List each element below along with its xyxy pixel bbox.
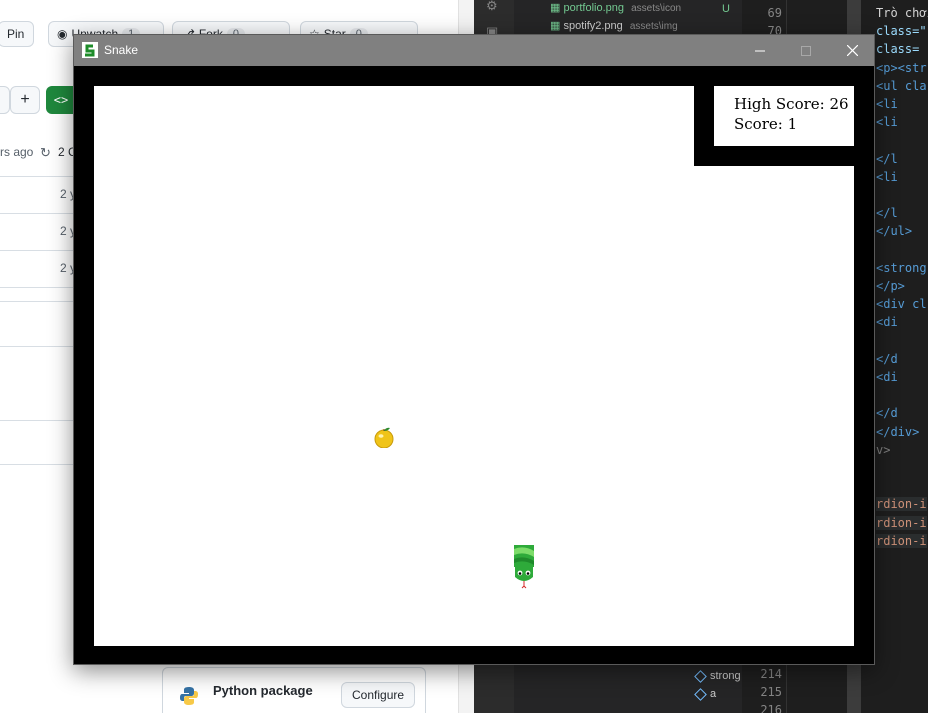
code-line: <ul cla (876, 78, 927, 93)
python-logo-icon (180, 687, 198, 705)
line-number: 215 (760, 685, 782, 699)
branch-dropdown-edge[interactable] (0, 86, 10, 114)
image-file-icon: ▦ (550, 2, 561, 14)
debug-icon[interactable]: ⚙ (486, 0, 498, 14)
score-panel: High Score: 26 Score: 1 (694, 86, 854, 166)
code-line: </l (876, 151, 898, 166)
outline-item[interactable]: strong (694, 669, 741, 683)
pin-button[interactable]: Pin (0, 21, 34, 47)
code-line: </p> (876, 279, 905, 293)
code-line: <li (876, 115, 898, 130)
code-line: <li (876, 97, 898, 111)
image-file-icon: ▦ (550, 20, 561, 32)
file-row-divider (0, 287, 80, 288)
minimize-icon (755, 50, 765, 51)
pin-label: Pin (7, 27, 25, 41)
close-icon (846, 45, 858, 56)
file-name: portfolio.png (563, 2, 625, 14)
code-line: rdion-i (876, 515, 927, 530)
commit-age: rs ago (0, 145, 34, 159)
outline-label: strong (710, 670, 741, 682)
code-line: </d (876, 351, 898, 366)
snake-head (514, 545, 534, 589)
plus-icon: + (20, 91, 30, 108)
file-row-divider (0, 176, 80, 177)
element-icon (694, 669, 707, 683)
code-line: <div cl (876, 297, 927, 312)
code-line: rdion-i (876, 533, 927, 548)
line-number: 69 (767, 6, 782, 20)
code-line: v> (876, 442, 891, 457)
code-line: rdion-i (876, 497, 927, 512)
file-path: assets\img (629, 21, 678, 32)
window-titlebar[interactable]: Snake (74, 35, 874, 66)
element-icon (694, 687, 707, 701)
section-divider (0, 346, 80, 347)
code-line: <di (876, 370, 898, 384)
explorer-file[interactable]: ▦ spotify2.png assets\img (550, 19, 678, 32)
code-line: </ul> (876, 224, 913, 239)
explorer-file[interactable]: ▦ portfolio.png assets\icon (550, 1, 681, 14)
close-button[interactable] (829, 35, 875, 66)
window-title: Snake (104, 43, 139, 57)
file-row-divider (0, 250, 80, 251)
line-number: 216 (760, 703, 782, 713)
history-icon: ↻ (40, 145, 51, 160)
configure-button[interactable]: Configure (341, 682, 416, 708)
code-editor[interactable]: Trò chơi class=" class= <p><str <ul cla <li… (874, 0, 928, 713)
python-package-card: Python package Configure (162, 667, 426, 713)
maximize-icon (801, 45, 811, 56)
code-line: <strong (876, 260, 927, 275)
code-line: </div> (876, 424, 920, 439)
file-name: spotify2.png (563, 20, 623, 32)
outline-item[interactable]: a (694, 687, 717, 701)
section-divider (0, 464, 80, 465)
python-package-title: Python package (213, 683, 313, 698)
maximize-button[interactable] (783, 35, 829, 66)
code-line: <di (876, 315, 898, 330)
code-line: </l (876, 206, 898, 221)
code-line: class=" (876, 24, 927, 39)
file-row-divider (0, 213, 80, 214)
minimize-button[interactable] (737, 35, 783, 66)
file-path: assets\icon (631, 3, 682, 14)
score-text: Score: 1 (734, 115, 798, 133)
untracked-badge: U (722, 3, 730, 15)
snake-window[interactable]: Snake High Score: 26 Score: 1 (73, 34, 875, 665)
add-file-button[interactable]: + (10, 86, 40, 114)
line-number: 214 (760, 667, 782, 681)
outline-label: a (710, 688, 717, 700)
section-divider (0, 420, 80, 421)
eye-icon: ◉ (57, 27, 68, 41)
code-line: <p><str (876, 60, 927, 75)
score-box: High Score: 26 Score: 1 (714, 86, 854, 146)
snake-app-icon (82, 42, 98, 58)
high-score-text: High Score: 26 (734, 95, 849, 113)
code-button[interactable]: <> (46, 86, 76, 114)
section-divider (0, 301, 80, 302)
apple-food-icon (374, 427, 394, 448)
code-line: class= (876, 42, 920, 57)
code-line: </d (876, 406, 898, 421)
code-icon: <> (53, 93, 69, 107)
game-field[interactable]: High Score: 26 Score: 1 (94, 86, 854, 646)
code-line: Trò chơi (876, 6, 928, 20)
code-line: <li (876, 169, 898, 184)
